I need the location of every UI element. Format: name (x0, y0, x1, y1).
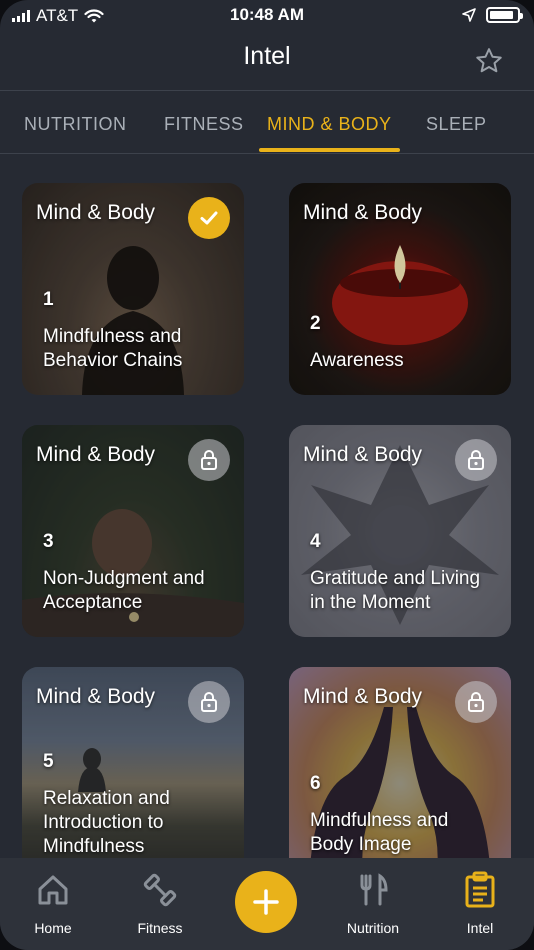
header: Intel (0, 32, 534, 90)
lesson-card-3[interactable]: Mind & Body 3 Non-Judgment and Acceptanc… (22, 425, 244, 637)
page-title: Intel (243, 42, 291, 70)
card-title-line: Relaxation and (43, 788, 170, 809)
card-number: 6 (310, 773, 321, 794)
tab-nutrition[interactable]: NUTRITION (24, 114, 127, 135)
nav-fitness[interactable]: Fitness (120, 870, 200, 936)
battery-level (490, 11, 513, 19)
nav-label: Home (34, 920, 72, 936)
locked-badge (455, 439, 497, 481)
nav-label: Nutrition (346, 920, 400, 936)
card-title-line: in the Moment (310, 592, 431, 613)
fork-knife-icon (360, 873, 388, 906)
category-tabs: NUTRITION FITNESS MIND & BODY SLEEP (0, 92, 534, 154)
location-arrow-icon (462, 8, 476, 22)
card-title-line: Introduction to (43, 812, 164, 833)
header-divider (0, 90, 534, 91)
card-category: Mind & Body (36, 443, 156, 466)
tab-fitness[interactable]: FITNESS (164, 114, 244, 135)
card-category: Mind & Body (303, 685, 423, 708)
card-number: 5 (43, 751, 54, 772)
battery-icon (486, 7, 523, 23)
card-category: Mind & Body (36, 685, 156, 708)
clock: 10:48 AM (229, 5, 304, 24)
card-title-line: Non-Judgment and (43, 568, 205, 589)
card-category: Mind & Body (303, 443, 423, 466)
lesson-card-1[interactable]: Mind & Body 1 Mindfulness and Behavior C… (22, 183, 244, 395)
card-number: 1 (43, 289, 54, 310)
card-title-line: Behavior Chains (43, 350, 183, 371)
nav-intel[interactable]: Intel (440, 870, 520, 936)
checkmark-icon (200, 211, 218, 225)
lesson-card-6[interactable]: Mind & Body 6 Mindfulness and Body Image (289, 667, 511, 879)
app-screen: AT&T 10:48 AM Intel NUTRITION FITNESS MI… (0, 0, 534, 950)
dumbbell-icon (143, 873, 177, 907)
lesson-card-2[interactable]: Mind & Body 2 Awareness (289, 183, 511, 395)
card-title-line: Body Image (310, 834, 412, 855)
active-tab-indicator (259, 148, 400, 152)
nav-nutrition[interactable]: Nutrition (333, 870, 413, 936)
card-category: Mind & Body (36, 201, 156, 224)
card-title-line: Mindfulness (43, 836, 145, 857)
card-title-line: Mindfulness and (310, 810, 449, 831)
home-icon (38, 875, 68, 905)
completed-badge (188, 197, 230, 239)
add-button[interactable] (235, 871, 297, 933)
locked-badge (455, 681, 497, 723)
lock-icon (468, 692, 484, 712)
plus-icon (253, 889, 279, 915)
tabs-divider (0, 153, 534, 154)
locked-badge (188, 681, 230, 723)
lesson-card-4[interactable]: Mind & Body 4 Gratitude and Living in th… (289, 425, 511, 637)
lock-icon (201, 692, 217, 712)
lock-icon (468, 450, 484, 470)
card-category: Mind & Body (303, 201, 423, 224)
status-bar: AT&T 10:48 AM (0, 0, 534, 32)
locked-badge (188, 439, 230, 481)
card-title-line: Acceptance (43, 592, 143, 613)
card-title-line: Gratitude and Living (310, 568, 481, 589)
card-number: 4 (310, 531, 321, 552)
nav-label: Intel (466, 920, 494, 936)
card-number: 3 (43, 531, 54, 552)
nav-label: Fitness (137, 920, 183, 936)
lock-icon (201, 450, 217, 470)
clipboard-icon (465, 871, 495, 908)
card-title-line: Awareness (310, 350, 404, 371)
lesson-card-5[interactable]: Mind & Body 5 Relaxation and Introductio… (22, 667, 244, 879)
bottom-nav: Home Fitness Nutrition Intel (0, 858, 534, 950)
card-number: 2 (310, 313, 321, 334)
nav-home[interactable]: Home (13, 870, 93, 936)
star-icon[interactable] (474, 46, 504, 76)
tab-sleep[interactable]: SLEEP (426, 114, 487, 135)
card-title-line: Mindfulness and (43, 326, 182, 347)
tab-mind-body[interactable]: MIND & BODY (267, 114, 392, 135)
